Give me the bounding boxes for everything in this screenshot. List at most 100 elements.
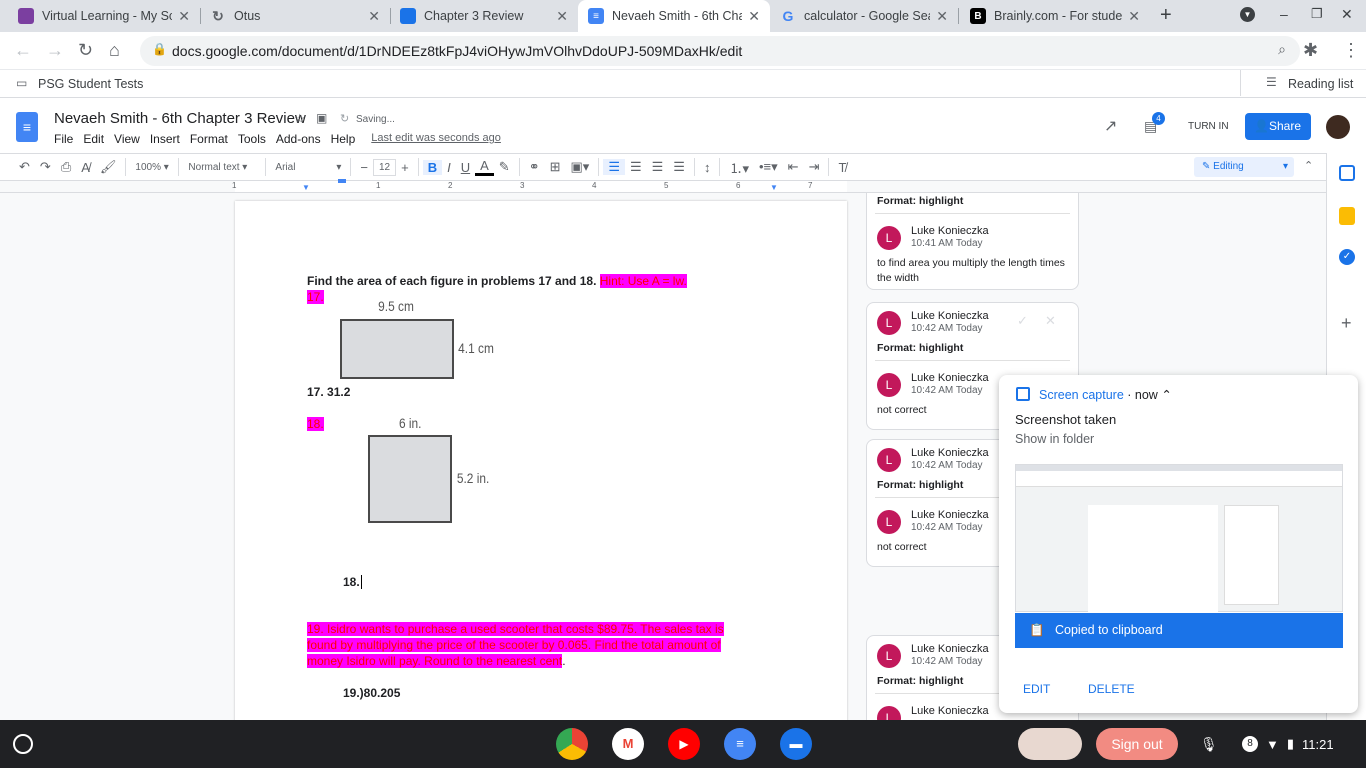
turn-in-button[interactable]: TURN IN <box>1188 121 1229 132</box>
menu-insert[interactable]: Insert <box>150 132 180 146</box>
chrome-app-icon[interactable] <box>556 728 588 760</box>
files-app-icon[interactable]: ▬ <box>780 728 812 760</box>
insert-link-icon[interactable]: ⚭ <box>524 159 545 175</box>
calendar-icon[interactable] <box>1339 165 1355 181</box>
italic-button[interactable]: I <box>442 160 456 175</box>
tab-otus[interactable]: ↻ Otus ✕ <box>200 0 390 32</box>
reading-list-button[interactable]: Reading list <box>1288 77 1353 91</box>
reject-x-icon[interactable]: ✕ <box>1045 313 1056 329</box>
bookmark-folder-psg[interactable]: PSG Student Tests <box>38 77 143 91</box>
increase-font-size-button[interactable]: + <box>396 160 414 175</box>
browser-menu-icon[interactable]: ⋮ <box>1342 40 1360 61</box>
holding-space-tray[interactable] <box>1018 728 1082 760</box>
tab-calculator[interactable]: Gcalculator - Google Sea ✕ <box>770 0 958 32</box>
share-button[interactable]: 👤 Share <box>1245 113 1311 140</box>
align-left-icon[interactable]: ☰ <box>603 159 625 175</box>
text-color-button[interactable]: A <box>475 158 494 176</box>
line-spacing-icon[interactable]: ↕ <box>699 160 716 175</box>
maximize-button[interactable]: ❐ <box>1311 6 1323 22</box>
left-indent-marker[interactable]: ▼ <box>302 183 310 192</box>
menu-view[interactable]: View <box>114 132 140 146</box>
first-line-indent-marker[interactable] <box>338 179 346 183</box>
resolve-check-icon[interactable]: ✓ <box>1017 313 1028 329</box>
answer-18[interactable]: 18. <box>343 574 362 590</box>
screenshot-notification[interactable]: Screen capture · now ⌃ Screenshot taken … <box>999 375 1358 713</box>
print-icon[interactable]: ⎙ <box>56 159 76 175</box>
minimize-button[interactable]: – <box>1280 6 1288 22</box>
last-edit-link[interactable]: Last edit was seconds ago <box>371 132 501 146</box>
editing-mode-select[interactable]: ✎ Editing ▾ <box>1194 157 1294 177</box>
style-select[interactable]: Normal text ▾ <box>183 162 261 173</box>
close-window-button[interactable]: ✕ <box>1341 6 1353 23</box>
activity-trend-icon[interactable]: ↗ <box>1104 116 1117 136</box>
gmail-app-icon[interactable]: M <box>612 728 644 760</box>
close-tab-icon[interactable]: ✕ <box>748 8 760 25</box>
decrease-font-size-button[interactable]: − <box>355 160 373 175</box>
new-tab-button[interactable]: + <box>1160 4 1172 27</box>
document-page[interactable]: Find the area of each figure in problems… <box>235 201 847 720</box>
tab-virtual-learning[interactable]: Virtual Learning - My Sc ✕ <box>8 0 200 32</box>
close-tab-icon[interactable]: ✕ <box>556 8 568 25</box>
collapse-menus-icon[interactable]: ⌃ <box>1304 159 1313 172</box>
reload-icon[interactable]: ↻ <box>78 40 93 61</box>
status-tray[interactable]: 8 ▼ ▮ 11:21 <box>1230 728 1360 760</box>
url-bar[interactable]: 🔒 docs.google.com/document/d/1DrNDEEz8tk… <box>140 36 1300 66</box>
bold-button[interactable]: B <box>422 159 443 175</box>
redo-icon[interactable]: ↷ <box>35 159 56 175</box>
close-tab-icon[interactable]: ✕ <box>936 8 948 25</box>
align-right-icon[interactable]: ☰ <box>647 159 669 175</box>
show-in-folder-link[interactable]: Show in folder <box>1015 432 1094 446</box>
increase-indent-icon[interactable]: ⇥ <box>804 159 825 175</box>
close-tab-icon[interactable]: ✕ <box>368 8 380 25</box>
document-title[interactable]: Nevaeh Smith - 6th Chapter 3 Review <box>54 110 306 127</box>
close-tab-icon[interactable]: ✕ <box>1128 8 1140 25</box>
forward-icon[interactable]: → <box>46 40 64 61</box>
add-comment-icon[interactable]: ⊞ <box>545 159 566 175</box>
menu-addons[interactable]: Add-ons <box>276 132 321 146</box>
menu-help[interactable]: Help <box>331 132 356 146</box>
tab-search-icon[interactable]: ▼ <box>1240 7 1255 22</box>
decrease-indent-icon[interactable]: ⇤ <box>783 159 804 175</box>
account-avatar[interactable] <box>1326 115 1350 139</box>
edit-button[interactable]: EDIT <box>1023 682 1050 696</box>
spellcheck-icon[interactable]: A̸ <box>76 160 95 175</box>
move-folder-icon[interactable]: ▣ <box>316 111 327 125</box>
clear-formatting-icon[interactable]: T̸ <box>833 160 851 175</box>
close-tab-icon[interactable]: ✕ <box>178 8 190 25</box>
align-center-icon[interactable]: ☰ <box>625 159 647 175</box>
numbered-list-icon[interactable]: ⒈▾ <box>724 158 754 177</box>
menu-edit[interactable]: Edit <box>83 132 104 146</box>
comment-thread[interactable]: Format: highlight L Luke Konieczka 10:41 A… <box>866 193 1079 290</box>
tasks-icon[interactable]: ✓ <box>1339 249 1355 265</box>
launcher-icon[interactable] <box>13 734 33 754</box>
insert-image-icon[interactable]: ▣▾ <box>566 159 595 175</box>
tab-chapter-3-review[interactable]: Chapter 3 Review ✕ <box>390 0 578 32</box>
screenshot-thumbnail[interactable] <box>1015 464 1343 613</box>
menu-format[interactable]: Format <box>190 132 228 146</box>
star-icon[interactable]: ☆ <box>294 111 306 127</box>
delete-button[interactable]: DELETE <box>1088 682 1135 696</box>
youtube-app-icon[interactable]: ▶ <box>668 728 700 760</box>
menu-file[interactable]: File <box>54 132 73 146</box>
docs-app-icon[interactable]: ≡ <box>724 728 756 760</box>
tab-brainly[interactable]: B Brainly.com - For stude ✕ <box>960 0 1150 32</box>
collapse-chevron-icon[interactable]: ⌃ <box>1161 388 1171 402</box>
keep-icon[interactable] <box>1339 207 1355 225</box>
font-size-input[interactable]: 12 <box>373 158 397 176</box>
highlight-color-icon[interactable]: ✎ <box>494 159 515 175</box>
tab-nevaeh-smith-doc[interactable]: ≡ Nevaeh Smith - 6th Cha ✕ <box>578 0 770 32</box>
extensions-icon[interactable]: ✱ <box>1303 40 1318 61</box>
font-select[interactable]: Arial ▾ <box>270 162 346 173</box>
paint-format-icon[interactable]: 🖌 <box>95 159 122 175</box>
microphone-icon[interactable]: 🎙 <box>1200 736 1218 753</box>
justify-icon[interactable]: ☰ <box>668 159 690 175</box>
right-indent-marker[interactable]: ▼ <box>770 183 778 192</box>
add-addon-icon[interactable]: + <box>1341 313 1352 334</box>
home-icon[interactable]: ⌂ <box>109 40 120 61</box>
sign-out-button[interactable]: Sign out <box>1096 728 1178 760</box>
menu-tools[interactable]: Tools <box>238 132 266 146</box>
back-icon[interactable]: ← <box>14 40 32 61</box>
bulleted-list-icon[interactable]: •≡▾ <box>754 159 783 175</box>
docs-logo-icon[interactable]: ≡ <box>16 112 38 142</box>
zoom-select[interactable]: 100% ▾ <box>130 162 174 173</box>
